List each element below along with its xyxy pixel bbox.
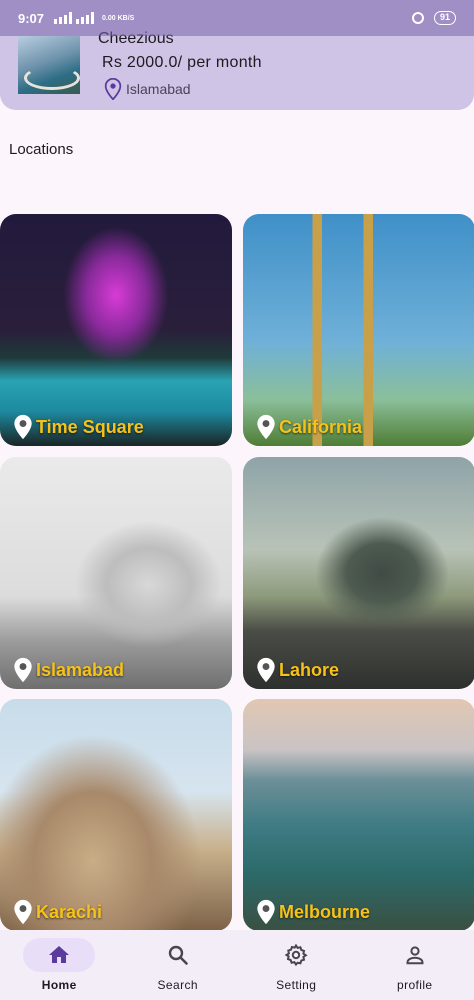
battery-indicator: 91 xyxy=(433,11,456,25)
featured-location-text: Islamabad xyxy=(126,81,191,97)
nav-setting-indicator xyxy=(260,938,332,972)
location-label-row: Time Square xyxy=(12,414,144,440)
location-label-row: Melbourne xyxy=(255,899,370,925)
nav-search-indicator xyxy=(142,938,214,972)
location-label: Lahore xyxy=(279,659,340,680)
location-card-karachi[interactable]: Karachi xyxy=(0,699,232,931)
location-label: Karachi xyxy=(36,901,103,922)
location-pin-icon xyxy=(14,414,32,440)
location-label-row: Lahore xyxy=(255,657,339,683)
search-icon xyxy=(168,945,188,965)
section-title: Locations xyxy=(9,141,74,158)
location-label-row: Karachi xyxy=(12,899,102,925)
featured-price: Rs 2000.0/ per month xyxy=(102,54,262,71)
status-bar: 9:07 0.00 KB/S 91 xyxy=(0,0,474,36)
location-label-row: California xyxy=(255,414,362,440)
nav-home[interactable]: Home xyxy=(0,930,119,1000)
location-card-time-square[interactable]: Time Square xyxy=(0,214,232,446)
nav-profile-indicator xyxy=(379,938,451,972)
location-pin-icon xyxy=(257,899,275,925)
location-label: California xyxy=(279,416,363,437)
location-pin-icon xyxy=(104,78,122,100)
nav-home-label: Home xyxy=(41,978,77,992)
location-card-melbourne[interactable]: Melbourne xyxy=(243,699,474,931)
location-pin-icon xyxy=(14,657,32,683)
location-card-islamabad[interactable]: Islamabad xyxy=(0,457,232,689)
nav-profile[interactable]: profile xyxy=(356,930,474,1000)
gear-icon xyxy=(284,943,308,967)
nav-search[interactable]: Search xyxy=(119,930,238,1000)
signal-icon-2 xyxy=(76,12,95,24)
status-time: 9:07 xyxy=(18,10,45,26)
network-speed: 0.00 KB/S xyxy=(102,14,135,22)
nav-setting[interactable]: Setting xyxy=(237,930,356,1000)
home-icon xyxy=(49,946,70,963)
location-label: Melbourne xyxy=(279,901,371,922)
signal-icon xyxy=(54,12,73,24)
bottom-navigation: Home Search Setting profile xyxy=(0,930,474,1000)
person-icon xyxy=(406,946,424,965)
featured-thumbnail xyxy=(18,36,80,94)
location-card-lahore[interactable]: Lahore xyxy=(243,457,474,689)
nav-search-label: Search xyxy=(157,978,198,992)
location-card-california[interactable]: California xyxy=(243,214,474,446)
location-label: Time Square xyxy=(36,416,144,437)
location-label-row: Islamabad xyxy=(12,657,124,683)
nav-profile-label: profile xyxy=(397,978,433,992)
featured-location: Islamabad xyxy=(104,78,191,100)
location-pin-icon xyxy=(257,414,275,440)
nav-setting-label: Setting xyxy=(276,978,317,992)
alarm-icon xyxy=(411,12,424,24)
nav-home-indicator xyxy=(23,938,96,972)
location-pin-icon xyxy=(14,899,32,925)
location-pin-icon xyxy=(257,657,275,683)
location-label: Islamabad xyxy=(36,659,125,680)
